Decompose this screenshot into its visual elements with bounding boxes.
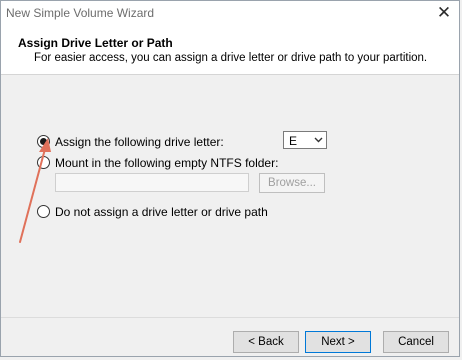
wizard-window: New Simple Volume Wizard ✕ Assign Drive … — [0, 0, 460, 357]
back-button[interactable]: < Back — [233, 331, 299, 353]
cancel-button[interactable]: Cancel — [383, 331, 449, 353]
next-button[interactable]: Next > — [305, 331, 371, 353]
annotation-arrow-icon — [19, 138, 51, 243]
footer-divider — [1, 317, 459, 318]
